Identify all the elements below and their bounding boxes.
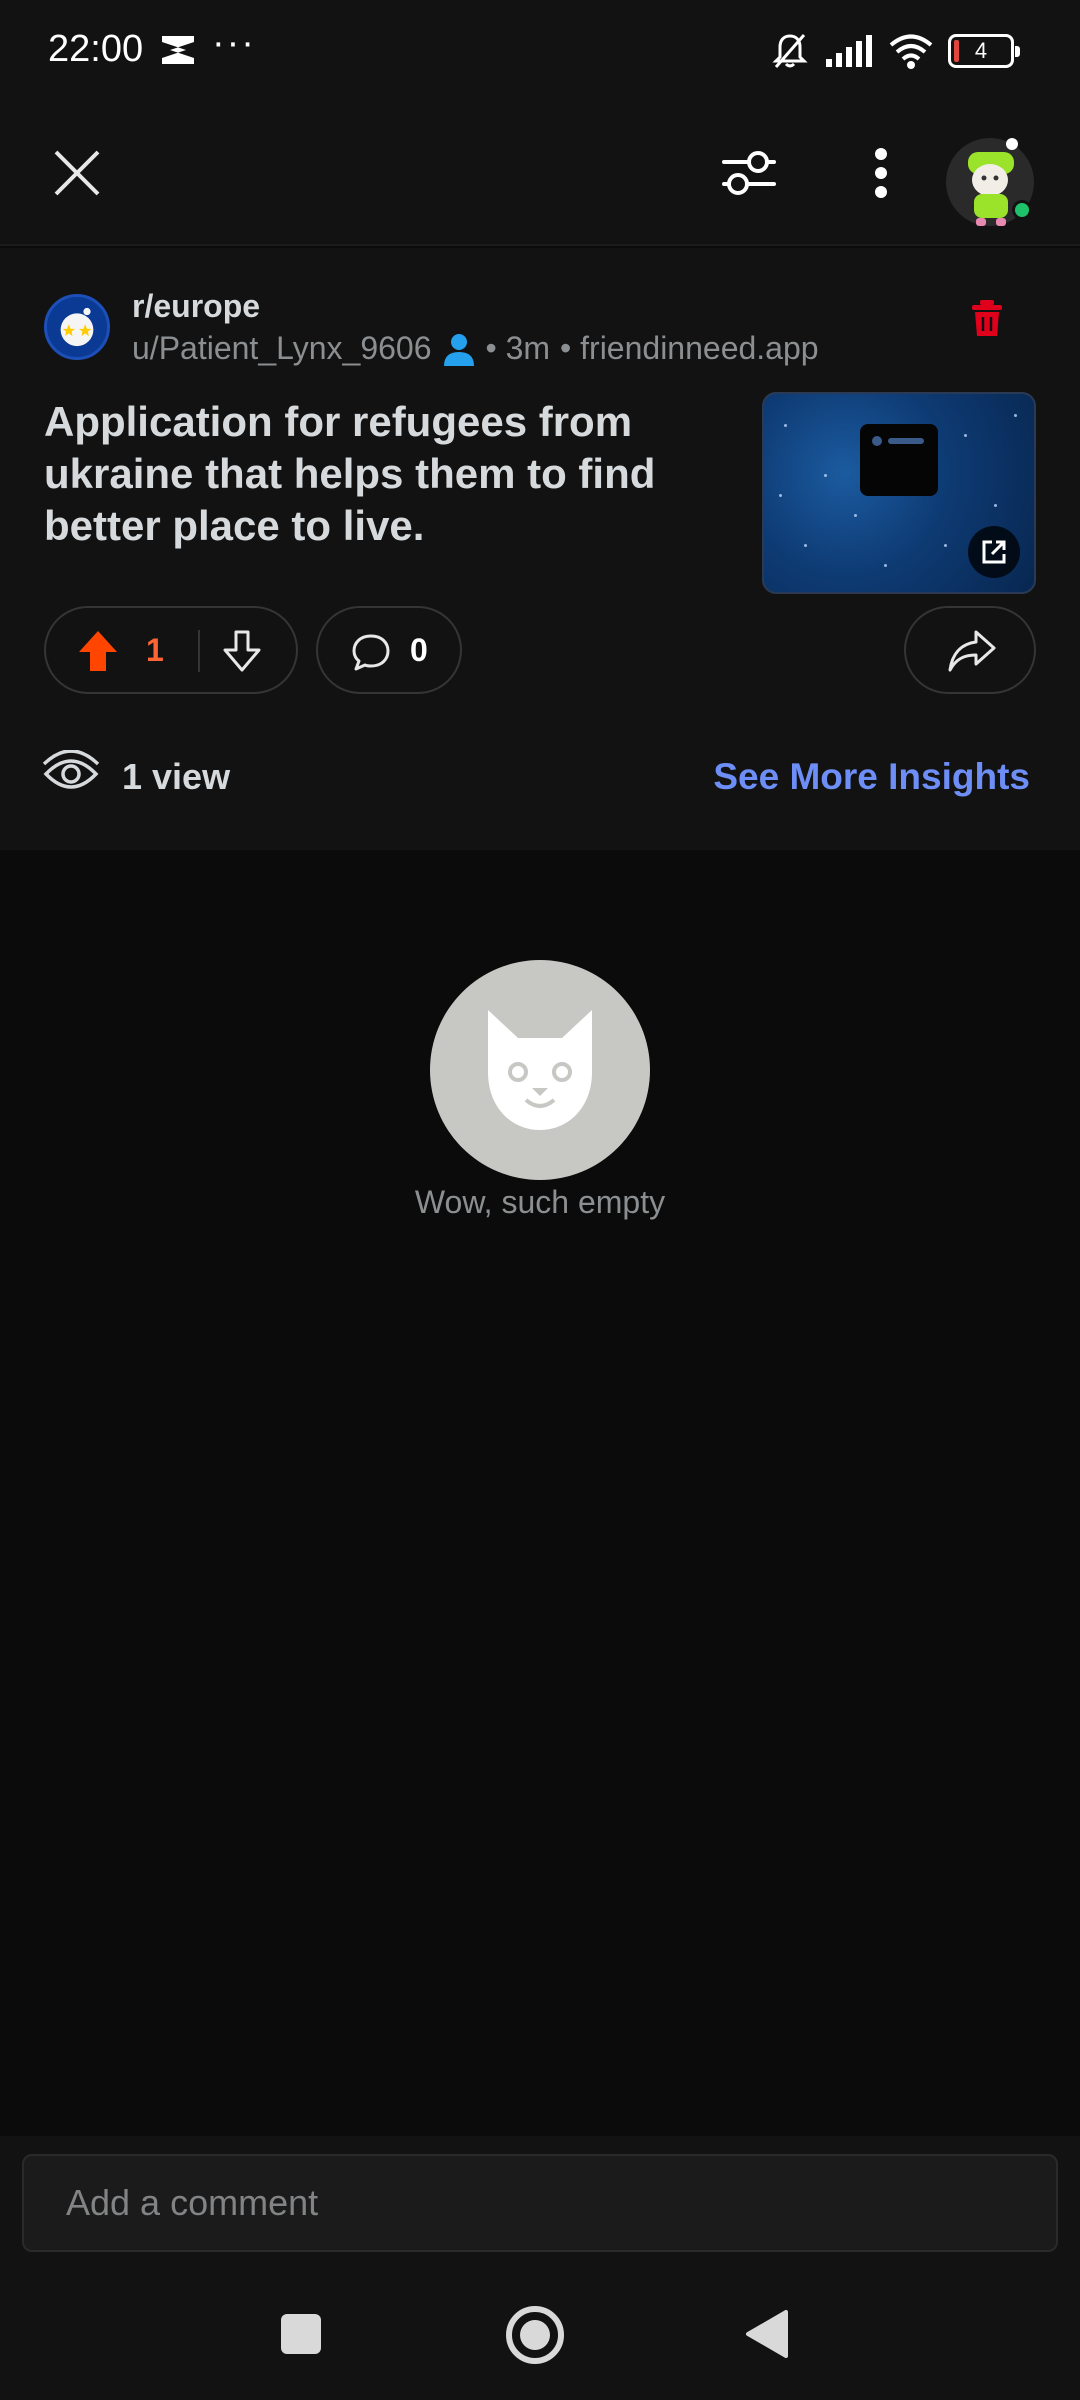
battery-level: 4	[974, 38, 988, 63]
vote-count: 1	[146, 632, 164, 668]
signal-icon	[826, 35, 872, 67]
home-button[interactable]	[506, 2306, 564, 2364]
share-icon	[948, 630, 996, 672]
comment-bar	[0, 2136, 1080, 2270]
wifi-icon	[889, 34, 933, 69]
link-thumbnail[interactable]	[762, 392, 1036, 594]
post-meta: u/Patient_Lynx_9606 • 3m • friendinneed.…	[132, 330, 819, 367]
online-status-dot	[1012, 200, 1032, 220]
post-age: • 3m	[485, 330, 551, 366]
battery-icon: 4	[948, 34, 1020, 68]
comment-bubble-icon	[352, 634, 390, 671]
comment-count: 0	[410, 632, 428, 668]
snoo-cat-icon	[488, 1010, 592, 1130]
mute-icon	[772, 34, 808, 68]
subreddit-icon[interactable]	[44, 294, 110, 360]
post-domain[interactable]: • friendinneed.app	[560, 330, 819, 367]
back-button[interactable]	[744, 2308, 790, 2360]
author-name[interactable]: u/Patient_Lynx_9606	[132, 330, 432, 367]
status-more-dots: ···	[212, 22, 256, 64]
kebab-menu-icon[interactable]	[856, 142, 906, 204]
close-icon[interactable]	[44, 140, 110, 206]
post-title[interactable]: Application for refugees from ukraine th…	[44, 396, 704, 552]
capcut-icon	[162, 36, 194, 64]
view-count: 1 view	[122, 756, 231, 797]
empty-state-illustration	[430, 960, 650, 1180]
comments-button[interactable]: 0	[316, 606, 462, 694]
views-eye-icon	[42, 750, 100, 789]
post-card: r/europe u/Patient_Lynx_9606 • 3m • frie…	[0, 248, 1080, 850]
empty-state-text: Wow, such empty	[414, 1184, 666, 1220]
vote-control: 1	[44, 606, 298, 694]
system-nav-bar	[0, 2270, 1080, 2400]
share-button[interactable]	[904, 606, 1036, 694]
user-icon	[443, 333, 474, 366]
subreddit-name[interactable]: r/europe	[132, 288, 260, 325]
user-avatar[interactable]	[946, 122, 1038, 232]
top-toolbar	[0, 100, 1080, 246]
downvote-icon[interactable]	[220, 628, 264, 674]
upvote-icon[interactable]	[76, 628, 120, 674]
vote-divider	[198, 630, 200, 672]
see-more-insights-link[interactable]: See More Insights	[713, 756, 1030, 798]
external-link-icon[interactable]	[968, 526, 1020, 578]
status-bar: 22:00 ··· 4	[0, 0, 1080, 100]
status-indicators: 4	[770, 30, 1020, 72]
status-time: 22:00	[48, 28, 144, 70]
add-comment-input[interactable]	[22, 2154, 1058, 2252]
sliders-icon[interactable]	[718, 142, 780, 204]
app-window-preview	[860, 424, 938, 496]
recents-button[interactable]	[281, 2314, 321, 2354]
trash-icon[interactable]	[970, 298, 1004, 338]
